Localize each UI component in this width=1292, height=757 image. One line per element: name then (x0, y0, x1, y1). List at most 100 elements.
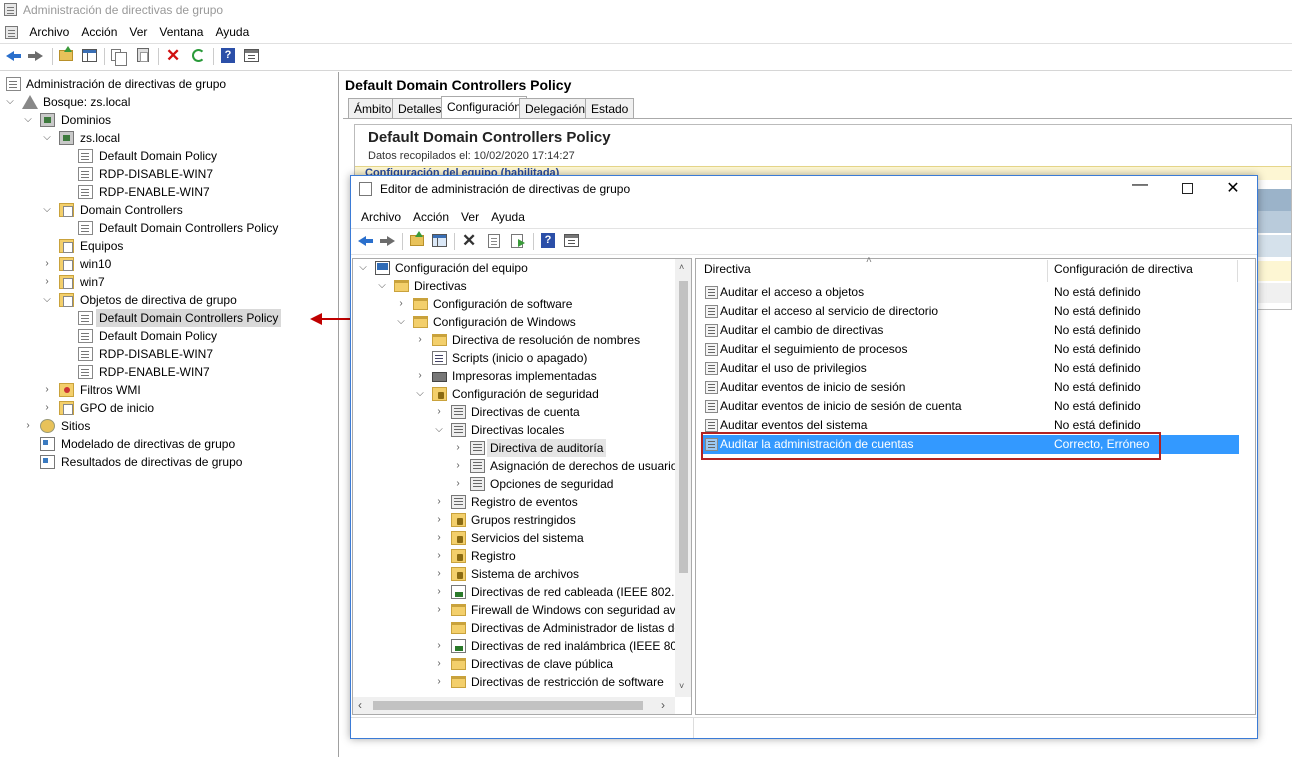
tree-item[interactable]: › GPO de inicio (0, 399, 338, 417)
tree-item[interactable]: › Sitios (0, 417, 338, 435)
chevron-right-icon[interactable]: › (433, 673, 445, 691)
show-hide-tree-icon[interactable] (82, 49, 97, 62)
app-menu-icon[interactable] (5, 26, 18, 39)
chevron-down-icon[interactable]: ⌵ (41, 201, 53, 219)
column-divider[interactable] (1237, 260, 1238, 282)
chevron-down-icon[interactable]: ⌵ (433, 421, 445, 439)
tree-item[interactable]: Equipos (0, 237, 338, 255)
policy-row[interactable]: Auditar el uso de privilegios No está def… (702, 359, 1239, 378)
column-header-setting[interactable]: Configuración de directiva (1054, 262, 1193, 276)
tree-item[interactable]: RDP-DISABLE-WIN7 (0, 345, 338, 363)
editor-tree-item[interactable]: › Sistema de archivos (353, 565, 675, 583)
tree-item[interactable]: › Filtros WMI (0, 381, 338, 399)
chevron-right-icon[interactable]: › (414, 367, 426, 385)
tree-item[interactable]: RDP-ENABLE-WIN7 (0, 183, 338, 201)
chevron-down-icon[interactable]: ⌵ (41, 291, 53, 309)
chevron-down-icon[interactable]: ⌵ (376, 277, 388, 295)
tab-4[interactable]: Estado (585, 98, 635, 118)
tree-vscrollbar[interactable]: ˄ ˅ (675, 259, 691, 697)
tree-item[interactable]: Administración de directivas de grupo (0, 75, 338, 93)
delete-icon[interactable]: ✕ (166, 47, 180, 64)
editor-up-folder-icon[interactable] (410, 231, 424, 246)
editor-export-icon[interactable] (511, 234, 525, 248)
menu-accion[interactable]: Acción (75, 21, 123, 39)
chevron-right-icon[interactable]: › (395, 295, 407, 313)
policy-row[interactable]: Auditar el cambio de directivas No está d… (702, 321, 1239, 340)
scroll-right-icon[interactable]: › (661, 698, 665, 712)
chevron-right-icon[interactable]: › (433, 583, 445, 601)
tree-item[interactable]: RDP-ENABLE-WIN7 (0, 363, 338, 381)
editor-tree-item[interactable]: › Opciones de seguridad (353, 475, 675, 493)
chevron-right-icon[interactable]: › (433, 493, 445, 511)
editor-tree-item[interactable]: ⌵ Configuración del equipo (353, 259, 675, 277)
chevron-right-icon[interactable]: › (414, 331, 426, 349)
editor-tree-item[interactable]: ⌵ Directivas locales (353, 421, 675, 439)
editor-tree-item[interactable]: Directivas de Administrador de listas de… (353, 619, 675, 637)
editor-delete-icon[interactable]: ✕ (462, 232, 476, 249)
policy-row[interactable]: Auditar eventos de inicio de sesión No es… (702, 378, 1239, 397)
chevron-right-icon[interactable]: › (433, 403, 445, 421)
maximize-button[interactable] (1182, 183, 1193, 194)
editor-tree-item[interactable]: ⌵ Configuración de seguridad (353, 385, 675, 403)
editor-tree-item[interactable]: › Servicios del sistema (353, 529, 675, 547)
tree-item[interactable]: Modelado de directivas de grupo (0, 435, 338, 453)
chevron-right-icon[interactable]: › (41, 399, 53, 417)
tree-item[interactable]: ⌵ zs.local (0, 129, 338, 147)
chevron-down-icon[interactable]: ⌵ (22, 111, 34, 129)
tree-item[interactable]: › win7 (0, 273, 338, 291)
editor-tree-item[interactable]: › Directivas de clave pública (353, 655, 675, 673)
copy-icon[interactable] (111, 49, 127, 66)
chevron-right-icon[interactable]: › (433, 511, 445, 529)
policy-row[interactable]: Auditar el acceso a objetos No está defin… (702, 283, 1239, 302)
refresh-icon[interactable] (192, 49, 205, 62)
tree-item[interactable]: Default Domain Controllers Policy (0, 219, 338, 237)
policy-row[interactable]: Auditar el acceso al servicio de directo… (702, 302, 1239, 321)
editor-help-icon[interactable]: ? (541, 233, 555, 248)
tab-2[interactable]: Configuración (441, 96, 528, 119)
chevron-down-icon[interactable]: ⌵ (395, 313, 407, 331)
tree-vscroll-thumb[interactable] (679, 281, 688, 573)
tree-item[interactable]: ⌵ Bosque: zs.local (0, 93, 338, 111)
chevron-right-icon[interactable]: › (433, 655, 445, 673)
tree-item[interactable]: ⌵ Domain Controllers (0, 201, 338, 219)
editor-menu-ver[interactable]: Ver (455, 206, 485, 224)
editor-tree-item[interactable]: › Directivas de red cableada (IEEE 802.3) (353, 583, 675, 601)
editor-tree-item[interactable]: › Firewall de Windows con seguridad avanz… (353, 601, 675, 619)
editor-tree-item[interactable]: › Directivas de restricción de software (353, 673, 675, 691)
chevron-right-icon[interactable]: › (433, 547, 445, 565)
menu-ver[interactable]: Ver (123, 21, 153, 39)
editor-properties-doc-icon[interactable] (488, 234, 500, 248)
tree-item[interactable]: Default Domain Controllers Policy (0, 309, 338, 327)
editor-tree-item[interactable]: › Directiva de resolución de nombres (353, 331, 675, 349)
tab-3[interactable]: Delegación (519, 98, 592, 118)
editor-tree-item[interactable]: › Impresoras implementadas (353, 367, 675, 385)
tree-item[interactable]: ⌵ Dominios (0, 111, 338, 129)
editor-menu-archivo[interactable]: Archivo (355, 206, 407, 224)
editor-tree-item[interactable]: ⌵ Directivas (353, 277, 675, 295)
editor-back-icon[interactable] (358, 236, 373, 246)
tree-item[interactable]: ⌵ Objetos de directiva de grupo (0, 291, 338, 309)
menu-archivo[interactable]: Archivo (23, 21, 75, 39)
close-button[interactable]: ✕ (1225, 178, 1241, 198)
tree-item[interactable]: Default Domain Policy (0, 327, 338, 345)
chevron-right-icon[interactable]: › (452, 457, 464, 475)
editor-show-tree-icon[interactable] (432, 234, 447, 247)
tree-item[interactable]: Resultados de directivas de grupo (0, 453, 338, 471)
chevron-right-icon[interactable]: › (41, 273, 53, 291)
chevron-right-icon[interactable]: › (41, 255, 53, 273)
editor-tree-item[interactable]: › Configuración de software (353, 295, 675, 313)
chevron-right-icon[interactable]: › (452, 475, 464, 493)
tab-0[interactable]: Ámbito (348, 98, 398, 118)
editor-tree-item[interactable]: › Asignación de derechos de usuario (353, 457, 675, 475)
editor-tree-item[interactable]: › Directivas de cuenta (353, 403, 675, 421)
chevron-down-icon[interactable]: ⌵ (357, 259, 369, 277)
tree-hscrollbar[interactable]: ‹ › (353, 697, 675, 714)
column-header-policy[interactable]: Directiva (704, 262, 751, 276)
menu-ventana[interactable]: Ventana (153, 21, 209, 39)
menu-ayuda[interactable]: Ayuda (209, 21, 255, 39)
editor-tree-item[interactable]: Scripts (inicio o apagado) (353, 349, 675, 367)
properties-icon[interactable] (244, 49, 259, 62)
chevron-right-icon[interactable]: › (433, 637, 445, 655)
scroll-down-icon[interactable]: ˅ (679, 681, 684, 691)
tree-item[interactable]: RDP-DISABLE-WIN7 (0, 165, 338, 183)
